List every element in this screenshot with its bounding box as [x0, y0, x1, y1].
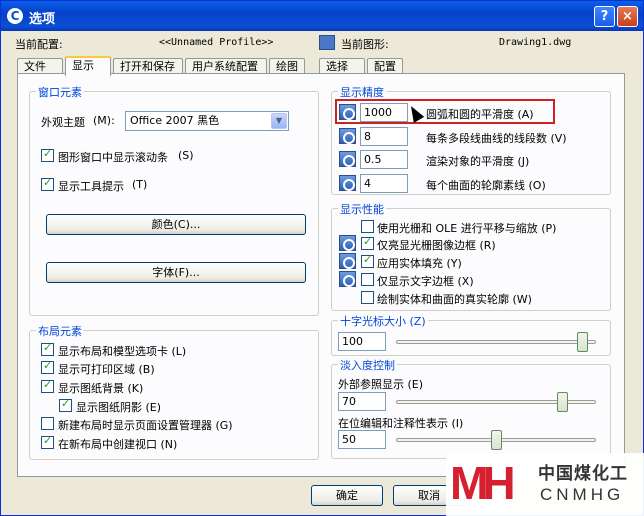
layout-item-label: 显示图纸背景 (K)	[58, 382, 144, 395]
performance-item-label: 仅显示文字边框 (X)	[377, 275, 474, 288]
inplace-fade-slider-thumb[interactable]	[490, 430, 502, 450]
watermark: MH 中国煤化工 CNMHG	[446, 453, 644, 516]
contour-lines-input[interactable]: 4	[360, 174, 408, 193]
scrollbars-key: (S)	[178, 149, 194, 162]
theme-select[interactable]: Office 2007 黑色 ▼	[125, 111, 289, 131]
current-drawing-value: Drawing1.dwg	[499, 37, 572, 48]
title-bar[interactable]: C 选项 ? ×	[1, 1, 643, 31]
tooltips-checkbox[interactable]	[41, 176, 54, 191]
render-smoothness-input[interactable]: 0.5	[360, 150, 408, 169]
help-button[interactable]: ?	[594, 6, 615, 27]
autocad-logo-icon: C	[7, 8, 23, 24]
watermark-logo: MH	[450, 457, 516, 509]
render-smoothness-label: 渲染对象的平滑度 (J)	[426, 155, 530, 168]
layout-item-checkbox[interactable]	[41, 341, 54, 356]
options-dialog: C 选项 ? × 当前配置: <<Unnamed Profile>> 当前图形:…	[0, 0, 644, 516]
performance-item-label: 应用实体填充 (Y)	[377, 257, 462, 270]
dwg-icon	[339, 235, 356, 251]
group-title: 窗口元素	[36, 84, 84, 100]
layout-item-label: 显示图纸阴影 (E)	[76, 401, 162, 414]
crosshair-slider-track[interactable]	[396, 340, 596, 344]
tab-display[interactable]: 显示	[65, 56, 111, 76]
layout-item-checkbox[interactable]	[41, 434, 54, 449]
contour-lines-label: 每个曲面的轮廓素线 (O)	[426, 179, 546, 192]
group-title: 淡入度控制	[338, 357, 397, 373]
performance-item-label: 仅亮显光栅图像边框 (R)	[377, 239, 496, 252]
crosshair-slider-thumb[interactable]	[577, 332, 589, 352]
watermark-name-en: CNMHG	[540, 485, 625, 504]
xref-fade-label: 外部参照显示 (E)	[338, 378, 424, 391]
xref-fade-slider-thumb[interactable]	[556, 392, 568, 412]
layout-item-checkbox[interactable]	[59, 397, 72, 412]
tooltips-key: (T)	[132, 178, 148, 191]
current-drawing-label: 当前图形:	[341, 38, 389, 51]
fonts-button[interactable]: 字体(F)...	[46, 262, 306, 283]
chevron-down-icon[interactable]: ▼	[271, 113, 287, 129]
group-title: 布局元素	[36, 323, 84, 339]
dwg-icon	[339, 151, 356, 167]
theme-value: Office 2007 黑色	[130, 114, 220, 127]
layout-item-label: 在新布局中创建视口 (N)	[58, 438, 178, 451]
layout-item-label: 显示布局和模型选项卡 (L)	[58, 345, 187, 358]
layout-item-label: 新建布局时显示页面设置管理器 (G)	[58, 419, 233, 432]
colors-button[interactable]: 颜色(C)...	[46, 214, 306, 235]
layout-item-checkbox[interactable]	[41, 417, 54, 430]
inplace-fade-input[interactable]: 50	[338, 430, 386, 449]
dwg-icon	[339, 175, 356, 191]
dwg-icon	[339, 271, 356, 287]
theme-label: 外观主题	[41, 116, 85, 129]
scrollbars-label: 图形窗口中显示滚动条	[58, 151, 168, 164]
performance-item-label: 使用光栅和 OLE 进行平移与缩放 (P)	[377, 222, 557, 235]
window-title: 选项	[29, 12, 56, 27]
performance-item-checkbox[interactable]	[361, 273, 374, 286]
polyline-segments-input[interactable]: 8	[360, 127, 408, 146]
performance-item-checkbox[interactable]	[361, 253, 374, 268]
scrollbars-checkbox[interactable]	[41, 147, 54, 162]
current-config-label: 当前配置:	[15, 38, 63, 51]
performance-item-checkbox[interactable]	[361, 220, 374, 233]
current-config-value: <<Unnamed Profile>>	[159, 37, 274, 48]
group-title: 十字光标大小 (Z)	[338, 313, 428, 329]
tooltips-label: 显示工具提示	[58, 180, 124, 193]
polyline-segments-label: 每条多段线曲线的线段数 (V)	[426, 132, 567, 145]
layout-item-checkbox[interactable]	[41, 378, 54, 393]
dwg-icon	[339, 128, 356, 144]
group-title: 显示性能	[338, 201, 386, 217]
theme-key: (M):	[93, 114, 115, 127]
group-title: 显示精度	[338, 84, 386, 100]
dwg-icon	[339, 253, 356, 269]
performance-item-label: 绘制实体和曲面的真实轮廓 (W)	[377, 293, 532, 306]
crosshair-size-input[interactable]: 100	[338, 332, 386, 351]
highlight-frame	[335, 99, 555, 124]
drawing-icon	[319, 35, 335, 50]
performance-item-checkbox[interactable]	[361, 291, 374, 304]
watermark-name-cn: 中国煤化工	[538, 464, 628, 484]
performance-item-checkbox[interactable]	[361, 235, 374, 250]
layout-item-checkbox[interactable]	[41, 359, 54, 374]
ok-button[interactable]: 确定	[311, 485, 383, 506]
xref-fade-input[interactable]: 70	[338, 392, 386, 411]
layout-item-label: 显示可打印区域 (B)	[58, 363, 155, 376]
inplace-fade-label: 在位编辑和注释性表示 (I)	[338, 417, 464, 430]
close-button[interactable]: ×	[617, 6, 638, 27]
